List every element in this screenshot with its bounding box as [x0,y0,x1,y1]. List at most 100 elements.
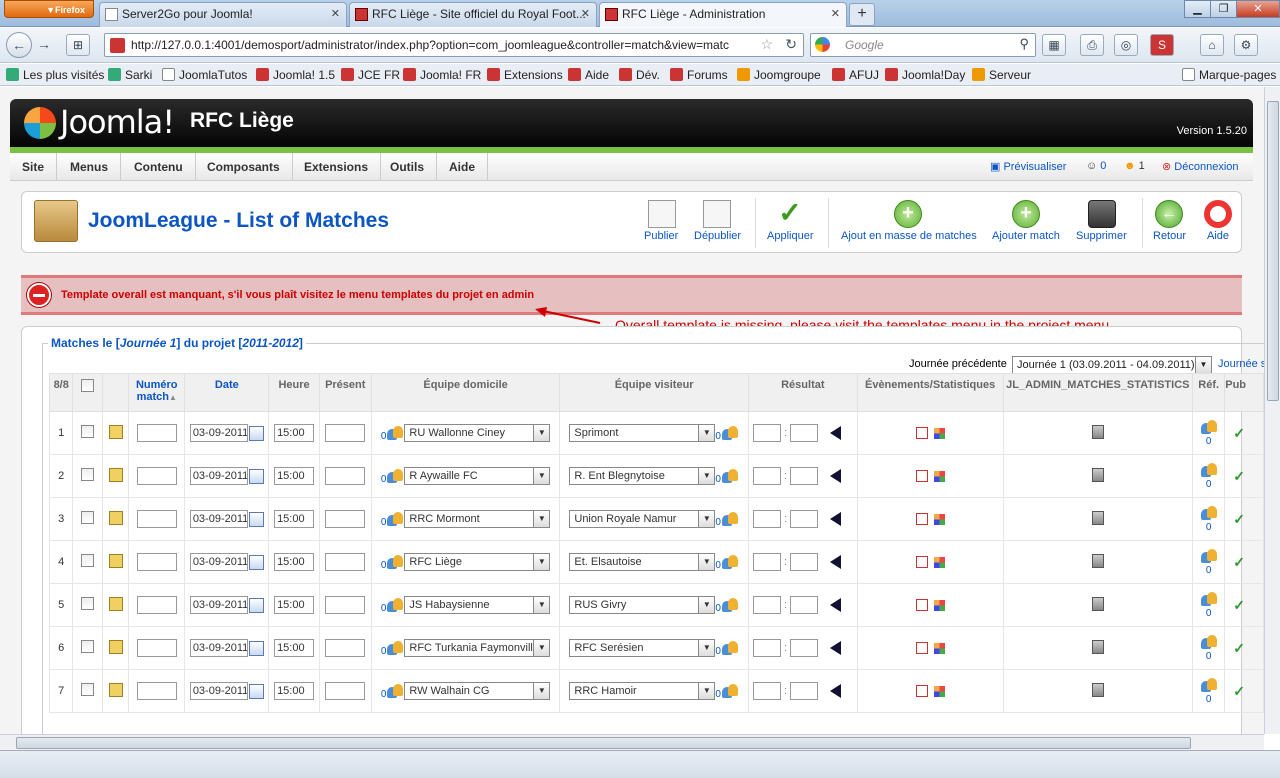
bookmark-most-visited[interactable]: Les plus visités [6,68,104,82]
expand-arrow-icon[interactable] [830,598,842,612]
date-input[interactable]: 03-09-2011 [189,424,248,442]
players-icon[interactable] [721,511,739,527]
present-input[interactable] [325,553,366,571]
players-icon[interactable] [721,425,739,441]
menu-outils[interactable]: Outils [378,153,438,181]
away-team-select[interactable]: Union Royale Namur ▼ [569,510,716,528]
time-input[interactable]: 15:00 [274,424,315,442]
home-score-input[interactable] [752,682,781,700]
menu-composants[interactable]: Composants [195,153,293,181]
referee-icon[interactable] [1200,419,1218,435]
expand-arrow-icon[interactable] [830,469,842,483]
print-icon[interactable]: ⎙ [1080,34,1104,56]
edit-icon[interactable] [108,510,123,525]
row-checkbox[interactable] [81,640,95,653]
calendar-icon[interactable] [248,425,264,441]
events-icon[interactable] [915,599,928,612]
home-team-select[interactable]: RRC Mormont ▼ [404,510,551,528]
date-input[interactable]: 03-09-2011 [189,596,248,614]
bookmark-sarki[interactable]: Sarki [108,68,152,82]
home-team-select[interactable]: RFC Liège ▼ [404,553,551,571]
statistics-icon[interactable] [933,599,945,611]
messages-link[interactable]: ☺ 0 [1086,160,1106,172]
url-bar[interactable]: http://127.0.0.1:4001/demosport/administ… [104,33,804,57]
players-icon[interactable] [386,640,404,656]
scrollbar-thumb[interactable] [1267,101,1279,401]
events-icon[interactable] [915,556,928,569]
browser-tab-3[interactable]: RFC Liège - Administration ✕ [599,2,847,27]
published-check-icon[interactable]: ✓ [1233,468,1245,484]
present-input[interactable] [325,424,366,442]
published-check-icon[interactable]: ✓ [1233,554,1245,570]
col-match-number[interactable]: Numéro match▲ [128,373,186,412]
date-input[interactable]: 03-09-2011 [189,467,248,485]
away-score-input[interactable] [790,467,819,485]
bookmark-forums[interactable]: Forums [670,68,728,82]
close-window-button[interactable]: ✕ [1236,0,1280,18]
mass-add-button[interactable]: Ajout en masse de matches [841,230,977,242]
calculator-icon[interactable] [1091,553,1104,568]
back-arrow-icon[interactable]: ← [1155,200,1183,228]
col-date[interactable]: Date [184,373,270,412]
back-button[interactable]: Retour [1153,230,1186,242]
home-team-select[interactable]: R Aywaille FC ▼ [404,467,551,485]
row-checkbox[interactable] [81,554,95,567]
expand-arrow-icon[interactable] [830,684,842,698]
preview-link[interactable]: ▣ Prévisualiser [990,160,1066,173]
players-icon[interactable] [721,597,739,613]
match-number-input[interactable] [136,467,177,485]
calendar-icon[interactable] [248,597,264,613]
match-number-input[interactable] [136,553,177,571]
match-number-input[interactable] [136,510,177,528]
next-round-link[interactable]: Journée s [1218,358,1264,370]
home-tab-button[interactable]: ⊞ [66,34,90,56]
browser-tab-2[interactable]: RFC Liège - Site officiel du Royal Foot.… [349,2,597,27]
delete-button[interactable]: Supprimer [1076,230,1127,242]
players-icon[interactable] [386,511,404,527]
unpublish-icon[interactable] [703,200,731,228]
away-score-input[interactable] [790,682,819,700]
row-checkbox[interactable] [81,425,95,438]
bookmark-afuj[interactable]: AFUJ [832,68,879,82]
players-icon[interactable] [721,554,739,570]
home-score-input[interactable] [752,553,781,571]
players-icon[interactable] [721,640,739,656]
date-input[interactable]: 03-09-2011 [189,510,248,528]
players-icon[interactable] [721,468,739,484]
statistics-icon[interactable] [933,513,945,525]
away-score-input[interactable] [790,510,819,528]
players-icon[interactable] [386,597,404,613]
match-number-input[interactable] [136,596,177,614]
present-input[interactable] [325,467,366,485]
time-input[interactable]: 15:00 [274,510,315,528]
present-input[interactable] [325,596,366,614]
menu-contenu[interactable]: Contenu [122,153,196,181]
edit-icon[interactable] [108,467,123,482]
scrollbar-thumb[interactable] [16,737,1191,749]
calendar-icon[interactable] [248,511,264,527]
expand-arrow-icon[interactable] [830,512,842,526]
away-team-select[interactable]: RUS Givry ▼ [569,596,716,614]
time-input[interactable]: 15:00 [274,467,315,485]
players-icon[interactable] [386,425,404,441]
add-icon[interactable]: + [1012,200,1040,228]
edit-icon[interactable] [108,424,123,439]
delete-icon[interactable] [1088,200,1116,228]
home-team-select[interactable]: RU Wallonne Ciney ▼ [404,424,551,442]
players-icon[interactable] [386,468,404,484]
calendar-icon[interactable] [248,640,264,656]
away-team-select[interactable]: Sprimont ▼ [569,424,716,442]
away-team-select[interactable]: Et. Elsautoise ▼ [569,553,716,571]
date-input[interactable]: 03-09-2011 [189,639,248,657]
home-score-input[interactable] [752,467,781,485]
checkmark-icon[interactable]: ✓ [776,199,804,228]
users-online[interactable]: ☻ 1 [1124,160,1145,172]
horizontal-scrollbar[interactable] [0,734,1264,750]
star-icon[interactable]: ☆ [760,36,773,53]
players-icon[interactable] [721,683,739,699]
maximize-button[interactable]: ❐ [1210,0,1237,18]
bookmark-aide[interactable]: Aide [568,68,609,82]
home-team-select[interactable]: RFC Turkania Faymonville ▼ [404,639,551,657]
calculator-icon[interactable] [1091,639,1104,654]
bookmark-dev[interactable]: Dév. [619,68,660,82]
